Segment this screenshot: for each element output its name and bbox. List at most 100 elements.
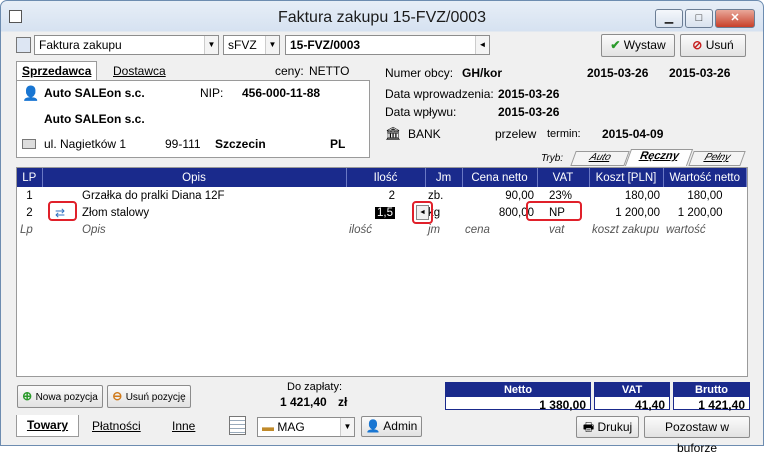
col-koszt[interactable]: Koszt [PLN] <box>589 168 664 187</box>
hint-vat: vat <box>549 223 565 236</box>
document-icon <box>16 37 31 53</box>
notes-icon[interactable] <box>229 416 246 435</box>
col-wartosc[interactable]: Wartość netto <box>663 168 747 187</box>
warehouse-value: MAG <box>277 420 305 434</box>
tab-platnosci[interactable]: Płatności <box>92 419 141 433</box>
country: PL <box>330 137 346 151</box>
user-label: Admin <box>383 419 418 433</box>
main-window: Faktura zakupu 15-FVZ/0003 ▁ □ ✕ Faktura… <box>0 0 764 455</box>
netto-value: 1 380,00 <box>539 398 586 412</box>
sale-date[interactable]: 2015-03-26 <box>669 66 730 80</box>
col-opis[interactable]: Opis <box>42 168 347 187</box>
payment-form[interactable]: BANK <box>408 127 441 141</box>
hint-cena: cena <box>465 223 490 236</box>
delete-button[interactable]: ⊘ Usuń <box>680 34 746 57</box>
tab-supplier[interactable]: Dostawca <box>113 64 166 78</box>
prices-label: ceny: <box>275 64 304 78</box>
due-currency: zł <box>338 395 348 409</box>
cell-opis[interactable]: Złom stalowy <box>42 204 346 221</box>
minimize-button[interactable]: ▁ <box>655 9 683 28</box>
maximize-button[interactable]: □ <box>685 9 713 28</box>
zip: 99-111 <box>165 137 201 151</box>
entered-label: Data wprowadzenia: <box>385 87 494 101</box>
highlight-vat <box>526 201 582 221</box>
col-cena[interactable]: Cena netto <box>462 168 538 187</box>
party-name: Auto SALEon s.c. <box>44 86 145 100</box>
delete-label: Usuń <box>705 38 734 52</box>
cell-wartosc: 1 200,00 <box>677 206 723 219</box>
ext-num: GH/kor <box>462 66 503 80</box>
hint-koszt: koszt zakupu <box>592 223 660 236</box>
hint-lp: Lp <box>20 223 33 236</box>
brutto-value: 1 421,40 <box>698 398 745 412</box>
highlight-stepper <box>412 201 433 224</box>
tab-towary[interactable]: Towary <box>16 415 79 437</box>
save-buffer-label: Pozostaw w buforze <box>664 420 730 455</box>
client-area: Faktura zakupu ▼ sFVZ ▼ 15-FVZ/0003 ◄ ✔ Wys… <box>8 32 757 455</box>
col-vat[interactable]: VAT <box>537 168 590 187</box>
term-date[interactable]: 2015-04-09 <box>602 127 663 141</box>
series-select[interactable]: sFVZ ▼ <box>223 35 280 55</box>
issue-date[interactable]: 2015-03-26 <box>587 66 648 80</box>
col-ilosc[interactable]: Ilość <box>346 168 426 187</box>
cell-koszt: 1 200,00 <box>615 206 660 219</box>
new-row-hint[interactable]: Lp Opis ilość jm cena vat koszt zakupu w… <box>17 221 747 238</box>
person-icon: 👤 <box>22 85 40 101</box>
title-bar: Faktura zakupu 15-FVZ/0003 ▁ □ ✕ <box>1 1 763 32</box>
print-button[interactable]: 🖶 Drukuj <box>576 416 639 438</box>
add-position-button[interactable]: ⊕ Nowa pozycja <box>17 385 103 408</box>
close-button[interactable]: ✕ <box>715 9 755 28</box>
prices-value: NETTO <box>309 64 350 78</box>
tab-mode-full[interactable]: Pełny <box>688 151 746 166</box>
total-brutto: Brutto 1 421,40 <box>673 382 750 412</box>
series-value: sFVZ <box>228 38 257 52</box>
printer-icon: 🖶 <box>582 420 595 434</box>
ext-num-label: Numer obcy: <box>385 66 454 80</box>
bank-icon: 🏛 <box>385 126 402 141</box>
hint-ilosc: ilość <box>349 223 373 236</box>
term-label: termin: <box>547 128 581 140</box>
cell-lp: 2 <box>26 206 33 219</box>
total-netto: Netto 1 380,00 <box>445 382 591 412</box>
chevron-down-icon: ▼ <box>265 36 279 54</box>
table-row[interactable]: 1 Grzałka do pralki Diana 12F 2 zb. 90,0… <box>17 187 747 204</box>
col-lp[interactable]: LP <box>17 168 43 187</box>
tab-mode-manual[interactable]: Ręczny <box>624 149 694 166</box>
received-date[interactable]: 2015-03-26 <box>498 105 559 119</box>
highlight-swap <box>48 201 77 221</box>
number-field[interactable]: 15-FVZ/0003 ◄ <box>285 35 490 55</box>
chevron-down-icon: ▼ <box>204 36 218 54</box>
tab-seller[interactable]: Sprzedawca <box>16 61 98 80</box>
col-jm[interactable]: Jm <box>425 168 463 187</box>
hint-wartosc: wartość <box>666 223 706 236</box>
received-label: Data wpływu: <box>385 105 457 119</box>
remove-position-label: Usuń pozycję <box>125 392 186 403</box>
save-buffer-button[interactable]: Pozostaw w buforze <box>644 416 750 455</box>
entered-date: 2015-03-26 <box>498 87 560 101</box>
quantity-editor[interactable]: 1,5 <box>375 206 395 219</box>
tab-mode-auto[interactable]: Auto <box>570 151 630 166</box>
items-table: LP Opis Ilość Jm Cena netto VAT Koszt [P… <box>17 168 747 238</box>
cell-cena[interactable]: 90,00 <box>462 187 537 204</box>
street: ul. Nagietków 1 <box>44 137 127 151</box>
items-grid: LP Opis Ilość Jm Cena netto VAT Koszt [P… <box>16 167 748 377</box>
folder-icon: ▬ <box>262 420 274 434</box>
address-card-icon <box>22 139 36 149</box>
nip-value: 456-000-11-88 <box>242 86 321 100</box>
wystaw-label: Wystaw <box>623 38 666 52</box>
due-amount: 1 421,40 <box>280 395 327 409</box>
total-vat: VAT 41,40 <box>594 382 670 412</box>
netto-label: Netto <box>446 383 590 397</box>
tab-inne[interactable]: Inne <box>172 419 195 433</box>
user-icon: 👤 <box>365 419 381 433</box>
warehouse-select[interactable]: ▬ MAG ▼ <box>257 417 355 437</box>
table-row[interactable]: 2 Złom stalowy 1,5 kg 800,00 NP 1 200,00… <box>17 204 747 221</box>
cell-koszt: 180,00 <box>624 189 660 202</box>
doc-type-select[interactable]: Faktura zakupu ▼ <box>34 35 219 55</box>
cell-opis[interactable]: Grzałka do pralki Diana 12F <box>42 187 346 204</box>
vat-label: VAT <box>595 383 669 397</box>
remove-position-button[interactable]: ⊖ Usuń pozycję <box>107 385 191 408</box>
wystaw-button[interactable]: ✔ Wystaw <box>601 34 675 57</box>
user-button[interactable]: 👤 Admin <box>361 416 422 437</box>
add-position-label: Nowa pozycja <box>35 392 98 403</box>
